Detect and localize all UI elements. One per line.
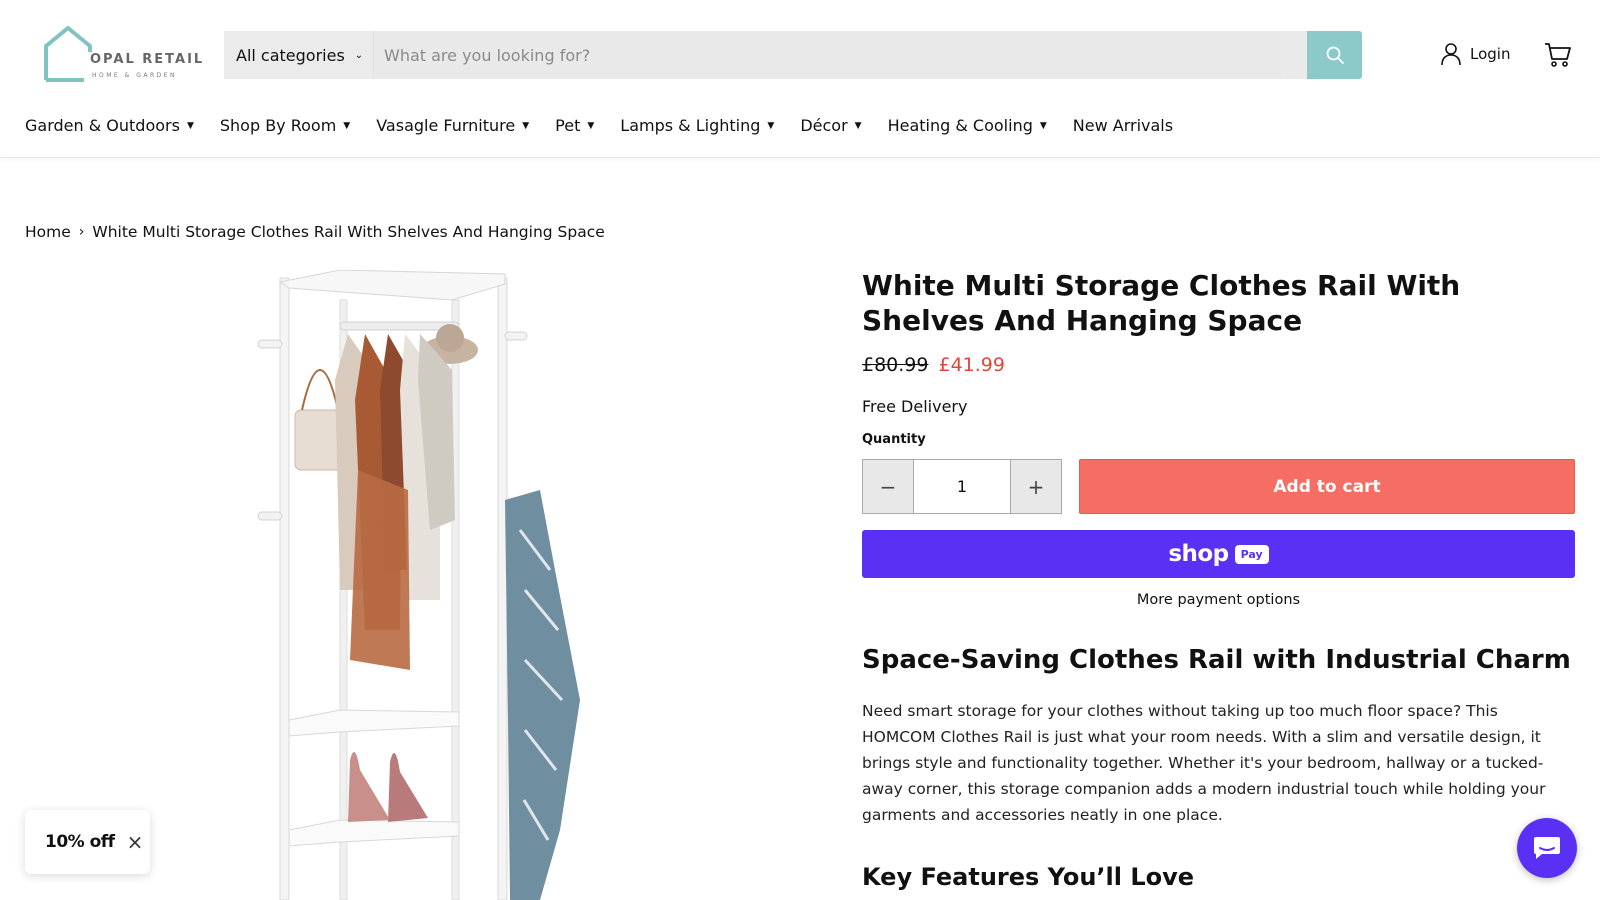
- quantity-input[interactable]: [913, 460, 1011, 513]
- chevron-down-icon: ▼: [1039, 120, 1047, 131]
- product-title: White Multi Storage Clothes Rail With Sh…: [862, 269, 1461, 337]
- nav-item-label: Vasagle Furniture: [376, 116, 516, 135]
- shop-pay-logo: shop: [1168, 541, 1229, 567]
- quantity-increase-button[interactable]: +: [1011, 460, 1061, 513]
- category-select[interactable]: All categories ⌄: [224, 31, 374, 79]
- chevron-down-icon: ▼: [343, 120, 351, 131]
- login-link[interactable]: Login: [1440, 42, 1510, 66]
- delivery-info: Free Delivery: [862, 397, 968, 416]
- nav-item-label: Décor: [800, 116, 848, 135]
- nav-item-label: Heating & Cooling: [887, 116, 1033, 135]
- chevron-down-icon: ▼: [767, 120, 775, 131]
- shop-pay-button[interactable]: shop Pay: [862, 530, 1575, 578]
- nav-item-pet[interactable]: Pet ▼: [555, 116, 594, 135]
- chat-button[interactable]: [1517, 818, 1577, 878]
- product-image[interactable]: [240, 269, 610, 900]
- price-block: £80.99 £41.99: [862, 354, 1005, 376]
- nav-item-label: Lamps & Lighting: [620, 116, 761, 135]
- nav-item-garden-outdoors[interactable]: Garden & Outdoors ▼: [25, 116, 194, 135]
- features-heading: Key Features You’ll Love: [862, 863, 1195, 891]
- nav-item-label: Pet: [555, 116, 581, 135]
- discount-popup-label: 10% off: [45, 832, 115, 852]
- breadcrumb-separator: ›: [78, 224, 85, 240]
- old-price: £80.99: [862, 354, 929, 376]
- nav-item-label: Shop By Room: [219, 116, 337, 135]
- description-heading: Space-Saving Clothes Rail with Industria…: [862, 645, 1571, 675]
- quantity-label: Quantity: [862, 432, 926, 447]
- chevron-down-icon: ▼: [587, 120, 595, 131]
- add-to-cart-button[interactable]: Add to cart: [1079, 459, 1575, 514]
- nav-item-heating-cooling[interactable]: Heating & Cooling ▼: [888, 116, 1047, 135]
- chevron-down-icon: ▼: [854, 120, 862, 131]
- close-icon[interactable]: ×: [127, 832, 144, 852]
- sale-price: £41.99: [938, 354, 1005, 376]
- shop-pay-badge: Pay: [1234, 544, 1269, 564]
- site-logo[interactable]: OPAL RETAIL HOME & GARDEN: [40, 22, 202, 88]
- chevron-down-icon: ⌄: [354, 49, 364, 61]
- cart-button[interactable]: [1544, 42, 1572, 72]
- search-input[interactable]: [374, 31, 1282, 79]
- breadcrumb: Home › White Multi Storage Clothes Rail …: [25, 223, 605, 241]
- more-payment-options-link[interactable]: More payment options: [862, 592, 1575, 608]
- chevron-down-icon: ▼: [522, 120, 530, 131]
- clothes-rail-image: [257, 269, 580, 900]
- site-header: OPAL RETAIL HOME & GARDEN All categories…: [0, 0, 1600, 158]
- user-icon: [1441, 43, 1461, 66]
- nav-item-label: New Arrivals: [1072, 116, 1174, 135]
- search-button[interactable]: [1307, 31, 1362, 79]
- description-text: Need smart storage for your clothes with…: [862, 702, 1546, 824]
- nav-item-decor[interactable]: Décor ▼: [800, 116, 861, 135]
- breadcrumb-current: White Multi Storage Clothes Rail With Sh…: [92, 223, 605, 241]
- nav-item-lamps-lighting[interactable]: Lamps & Lighting ▼: [620, 116, 774, 135]
- quantity-decrease-button[interactable]: −: [863, 460, 913, 513]
- nav-item-new-arrivals[interactable]: New Arrivals: [1073, 116, 1173, 135]
- quantity-stepper: − +: [862, 459, 1062, 514]
- logo-name: OPAL RETAIL: [90, 52, 205, 67]
- chat-bubble-icon: [1534, 837, 1560, 859]
- logo-tagline: HOME & GARDEN: [92, 72, 178, 79]
- cart-icon: [1545, 43, 1571, 67]
- main-nav: Garden & Outdoors ▼ Shop By Room ▼ Vasag…: [25, 116, 1199, 135]
- search-icon: [1326, 46, 1344, 64]
- nav-item-shop-by-room[interactable]: Shop By Room ▼: [220, 116, 350, 135]
- login-label: Login: [1470, 45, 1511, 63]
- breadcrumb-home-link[interactable]: Home: [25, 223, 71, 241]
- chevron-down-icon: ▼: [186, 120, 194, 131]
- nav-item-label: Garden & Outdoors: [25, 116, 180, 135]
- discount-popup[interactable]: 10% off ×: [25, 810, 150, 874]
- nav-item-vasagle-furniture[interactable]: Vasagle Furniture ▼: [376, 116, 529, 135]
- category-select-label: All categories: [236, 45, 345, 65]
- search-bar: All categories ⌄: [224, 31, 1362, 79]
